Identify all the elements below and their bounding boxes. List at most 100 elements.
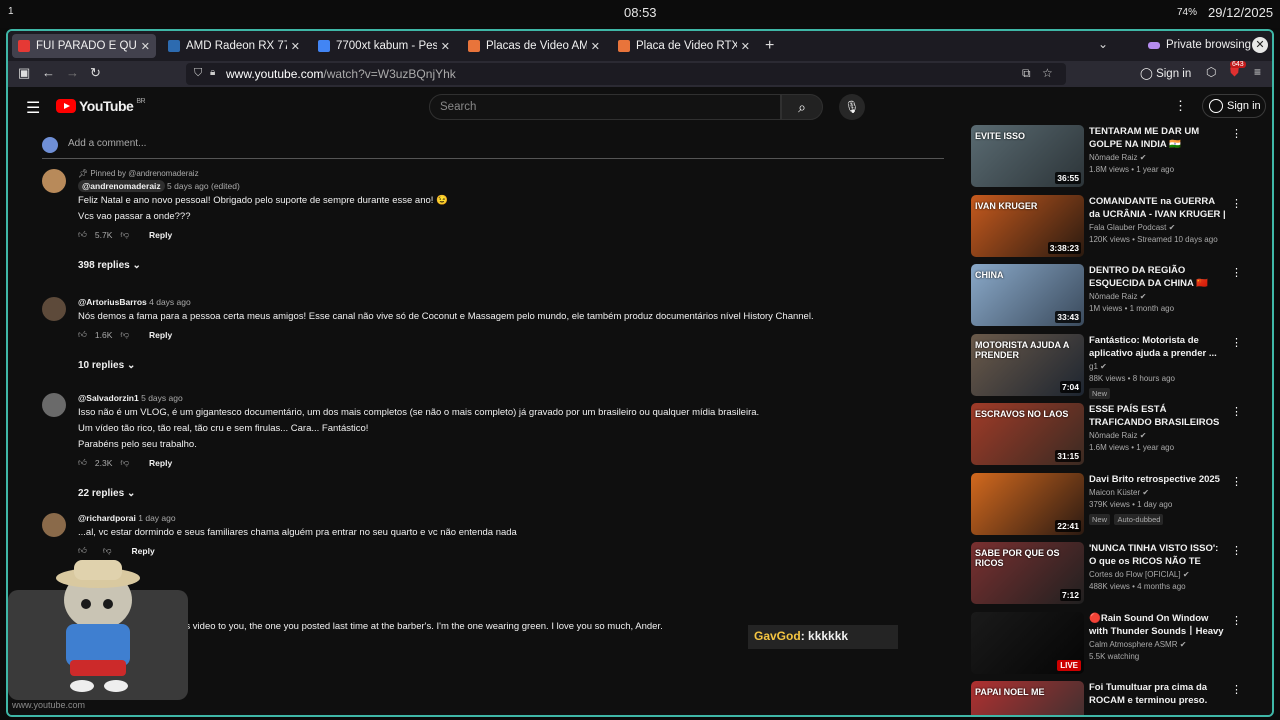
tab-close-icon[interactable]: ✕: [591, 40, 600, 53]
tracking-shield-icon[interactable]: ⛉: [194, 67, 202, 80]
reload-icon[interactable]: ↻: [90, 65, 101, 81]
video-title[interactable]: 🔴Rain Sound On Window with Thunder Sound…: [1089, 612, 1227, 638]
reply-button[interactable]: Reply: [149, 458, 172, 468]
related-video[interactable]: MOTORISTA AJUDA A PRENDER 7:04 Fantástico:…: [971, 333, 1251, 399]
related-video[interactable]: 22:41 Davi Brito retrospective 2025 Maicon…: [971, 472, 1251, 537]
like-icon[interactable]: 👍︎: [78, 329, 87, 340]
browser-tab[interactable]: FUI PARADO E QUESTIO ✕: [12, 34, 156, 58]
forward-arrow-icon[interactable]: →: [66, 65, 79, 80]
video-options-kebab-icon[interactable]: ⋮: [1231, 475, 1242, 488]
related-video[interactable]: CHINA 33:43 DENTRO DA REGIÃO ESQUECIDA DA …: [971, 264, 1251, 328]
comment-timestamp[interactable]: 5 days ago (edited): [167, 181, 240, 191]
video-title[interactable]: DENTRO DA REGIÃO ESQUECIDA DA CHINA 🇨🇳: [1089, 264, 1227, 290]
lock-icon[interactable]: 🔒︎: [210, 67, 215, 78]
view-replies-button[interactable]: 10 replies ⌄: [78, 360, 938, 371]
related-video[interactable]: EVITE ISSO 36:55 TENTARAM ME DAR UM GOLPE …: [971, 125, 1251, 189]
video-thumbnail[interactable]: CHINA 33:43: [971, 264, 1084, 326]
url-bar[interactable]: ⛉ 🔒︎ www.youtube.com/watch?v=W3uzBQnjYhk…: [186, 63, 1066, 85]
comment-author[interactable]: @andrenomaderaiz: [78, 180, 165, 192]
dislike-icon[interactable]: 👎︎: [120, 457, 129, 468]
video-title[interactable]: ESSE PAÍS ESTÁ TRAFICANDO BRASILEIROS 🇰🇭: [1089, 403, 1227, 429]
reply-button[interactable]: Reply: [149, 330, 172, 340]
browser-tab[interactable]: Placa de Video RTX 306 ✕: [612, 34, 756, 58]
page-scrollbar[interactable]: [1272, 267, 1274, 447]
firefox-account-signin[interactable]: ◯ Sign in: [1140, 66, 1191, 80]
video-thumbnail[interactable]: ESCRAVOS NO LAOS 31:15: [971, 403, 1084, 465]
channel-name[interactable]: Nômade Raiz ✔︎: [1089, 153, 1227, 162]
dislike-icon[interactable]: 👎︎: [120, 229, 129, 240]
video-thumbnail[interactable]: EVITE ISSO 36:55: [971, 125, 1084, 187]
related-video[interactable]: ESCRAVOS NO LAOS 31:15 ESSE PAÍS ESTÁ TRAF…: [971, 403, 1251, 467]
comment-author[interactable]: @Salvadorzin1: [78, 393, 139, 403]
settings-kebab-icon[interactable]: ⋮: [1174, 98, 1187, 114]
view-replies-button[interactable]: 22 replies ⌄: [78, 488, 938, 499]
related-video[interactable]: IVAN KRUGER 3:38:23 COMANDANTE na GUERRA d…: [971, 194, 1251, 259]
video-options-kebab-icon[interactable]: ⋮: [1231, 614, 1242, 627]
sidebar-toggle-icon[interactable]: ▣: [18, 65, 30, 81]
tab-close-icon[interactable]: ✕: [141, 40, 150, 53]
tab-close-icon[interactable]: ✕: [741, 40, 750, 53]
search-input[interactable]: Search: [429, 94, 781, 120]
channel-name[interactable]: g1 ✔︎: [1089, 362, 1227, 371]
commenter-avatar[interactable]: [42, 393, 66, 417]
video-title[interactable]: TENTARAM ME DAR UM GOLPE NA INDIA 🇮🇳: [1089, 125, 1227, 151]
commenter-avatar[interactable]: [42, 297, 66, 321]
browser-tab[interactable]: AMD Radeon RX 7700 X ✕: [162, 34, 306, 58]
video-thumbnail[interactable]: LIVE: [971, 611, 1084, 674]
video-thumbnail[interactable]: 22:41: [971, 472, 1084, 535]
workspace-indicator[interactable]: 1: [8, 6, 14, 17]
voice-search-button[interactable]: 🎙︎: [839, 94, 865, 120]
video-thumbnail[interactable]: PAPAI NOEL ME: [971, 681, 1084, 715]
channel-name[interactable]: Fala Glauber Podcast ✔︎: [1089, 223, 1227, 232]
channel-name[interactable]: Cortes do Flow [OFICIAL] ✔︎: [1089, 570, 1227, 579]
window-close-icon[interactable]: ✕: [1252, 37, 1268, 53]
channel-name[interactable]: Nômade Raiz ✔︎: [1089, 292, 1227, 301]
video-title[interactable]: Davi Brito retrospective 2025: [1089, 473, 1227, 486]
channel-name[interactable]: Nômade Raiz ✔︎: [1089, 431, 1227, 440]
youtube-signin-button[interactable]: Sign in: [1202, 94, 1266, 118]
video-thumbnail[interactable]: MOTORISTA AJUDA A PRENDER 7:04: [971, 333, 1084, 396]
url-text[interactable]: www.youtube.com/watch?v=W3uzBQnjYhk: [226, 67, 456, 81]
video-options-kebab-icon[interactable]: ⋮: [1231, 683, 1242, 696]
new-tab-button[interactable]: +: [765, 37, 774, 55]
video-title[interactable]: 'NUNCA TINHA VISTO ISSO': O que os RICOS…: [1089, 542, 1227, 568]
video-options-kebab-icon[interactable]: ⋮: [1231, 127, 1242, 140]
extensions-icon[interactable]: ⬡: [1206, 65, 1216, 79]
comment-author[interactable]: @ArtoriusBarros: [78, 297, 147, 307]
bookmark-star-icon[interactable]: ☆: [1042, 66, 1053, 80]
video-options-kebab-icon[interactable]: ⋮: [1231, 266, 1242, 279]
back-arrow-icon[interactable]: ←: [42, 65, 55, 80]
video-title[interactable]: Fantástico: Motorista de aplicativo ajud…: [1089, 334, 1227, 360]
like-icon[interactable]: 👍︎: [78, 229, 87, 240]
app-menu-icon[interactable]: ≡: [1254, 65, 1261, 79]
video-thumbnail[interactable]: SABE POR QUE OS RICOS 7:12: [971, 542, 1084, 604]
comment-timestamp[interactable]: 5 days ago: [141, 393, 183, 403]
picture-in-picture-icon[interactable]: ⧉: [1022, 66, 1031, 81]
add-comment-field[interactable]: Add a comment...: [42, 135, 944, 159]
related-video[interactable]: LIVE 🔴Rain Sound On Window with Thunder S…: [971, 611, 1251, 676]
video-title[interactable]: Foi Tumultuar pra cima da ROCAM e termin…: [1089, 681, 1227, 707]
comment-timestamp[interactable]: 4 days ago: [149, 297, 191, 307]
tab-close-icon[interactable]: ✕: [441, 40, 450, 53]
channel-name[interactable]: Maicon Küster ✔︎: [1089, 488, 1227, 497]
list-all-tabs-icon[interactable]: ⌄: [1098, 37, 1108, 51]
video-title[interactable]: COMANDANTE na GUERRA da UCRÂNIA - IVAN K…: [1089, 195, 1227, 221]
youtube-logo[interactable]: YouTube BR: [56, 98, 146, 114]
menu-hamburger-icon[interactable]: ☰: [26, 98, 40, 118]
dislike-icon[interactable]: 👎︎: [120, 329, 129, 340]
commenter-avatar[interactable]: [42, 169, 66, 193]
browser-tab[interactable]: Placas de Video AMD c ✕: [462, 34, 606, 58]
related-video[interactable]: SABE POR QUE OS RICOS 7:12 'NUNCA TINHA VI…: [971, 542, 1251, 606]
related-video[interactable]: PAPAI NOEL ME Foi Tumultuar pra cima da R…: [971, 681, 1251, 715]
video-options-kebab-icon[interactable]: ⋮: [1231, 544, 1242, 557]
view-replies-button[interactable]: 398 replies ⌄: [78, 260, 938, 271]
video-options-kebab-icon[interactable]: ⋮: [1231, 405, 1242, 418]
video-options-kebab-icon[interactable]: ⋮: [1231, 336, 1242, 349]
video-options-kebab-icon[interactable]: ⋮: [1231, 197, 1242, 210]
channel-name[interactable]: Calm Atmosphere ASMR ✔︎: [1089, 640, 1227, 649]
tab-close-icon[interactable]: ✕: [291, 40, 300, 53]
like-icon[interactable]: 👍︎: [78, 457, 87, 468]
video-thumbnail[interactable]: IVAN KRUGER 3:38:23: [971, 194, 1084, 257]
search-button[interactable]: ⌕: [781, 94, 823, 120]
browser-tab[interactable]: 7700xt kabum - Pesqu ✕: [312, 34, 456, 58]
